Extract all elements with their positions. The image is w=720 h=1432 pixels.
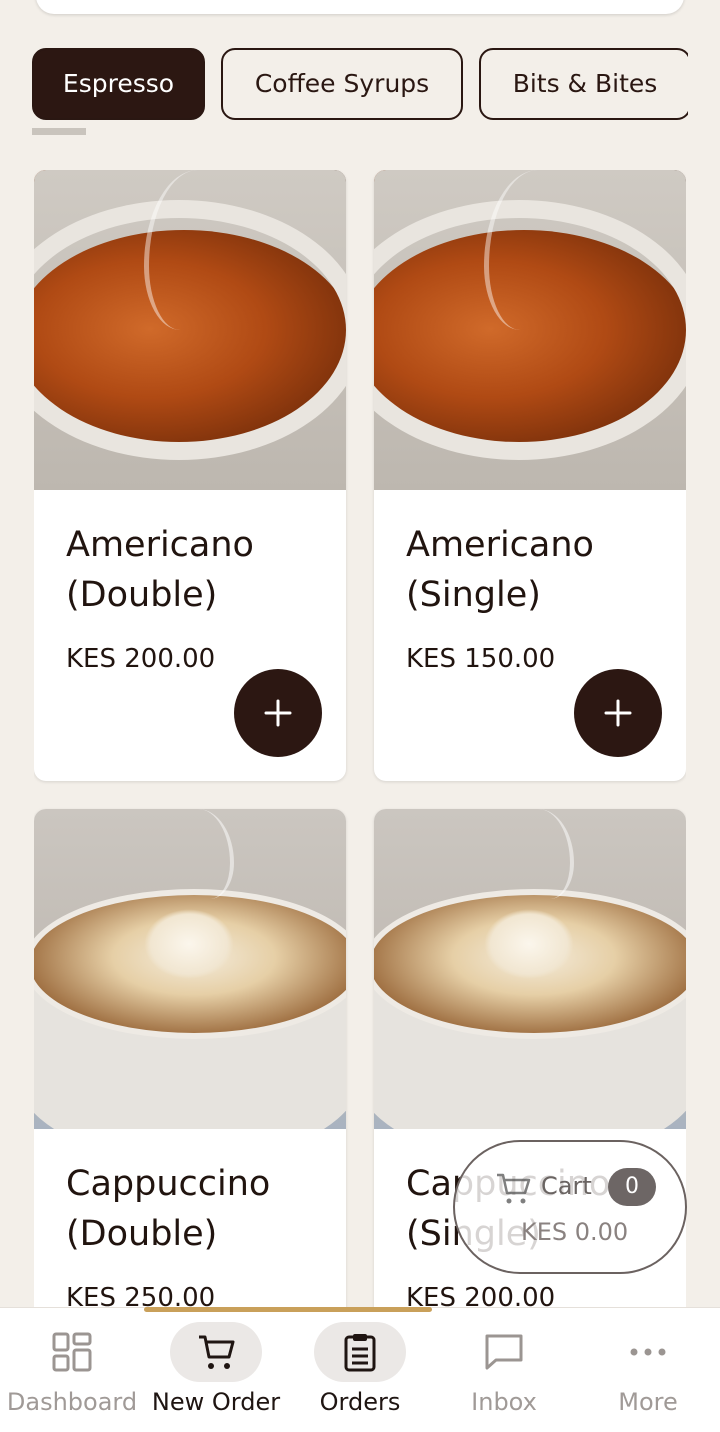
cart-button[interactable]: Cart 0 KES 0.00 xyxy=(453,1140,687,1274)
clipboard-icon xyxy=(344,1334,376,1372)
bottom-navigation: Dashboard New Order Orders Inbox More xyxy=(0,1307,720,1432)
cart-total: KES 0.00 xyxy=(521,1218,629,1246)
tab-coffee-syrups[interactable]: Coffee Syrups xyxy=(221,48,463,120)
americano-image xyxy=(34,170,346,490)
cart-count-badge: 0 xyxy=(608,1168,656,1206)
nav-label: More xyxy=(618,1388,678,1416)
message-icon xyxy=(485,1334,523,1370)
product-name: Cappuccino (Double) xyxy=(66,1164,271,1254)
product-grid: Americano (Double) KES 200.00 Americano … xyxy=(34,170,686,1308)
more-icon xyxy=(630,1348,666,1356)
nav-label: Inbox xyxy=(471,1388,537,1416)
category-tabs: Espresso Coffee Syrups Bits & Bites xyxy=(32,48,688,122)
nav-label: Orders xyxy=(319,1388,401,1416)
plus-icon xyxy=(604,699,632,727)
grid-icon xyxy=(52,1332,92,1372)
cappuccino-image xyxy=(34,809,346,1129)
search-bar-edge[interactable] xyxy=(36,0,684,14)
product-name: Americano (Single) xyxy=(406,525,594,615)
product-price: KES 250.00 xyxy=(66,1283,216,1308)
cart-label: Cart xyxy=(541,1172,592,1200)
americano-image xyxy=(374,170,686,490)
tab-bits-bites[interactable]: Bits & Bites xyxy=(479,48,688,120)
nav-label: Dashboard xyxy=(6,1388,138,1416)
nav-progress-bar xyxy=(144,1307,432,1312)
product-card[interactable]: Americano (Double) KES 200.00 xyxy=(34,170,346,781)
product-card[interactable]: Cappuccino (Double) KES 250.00 xyxy=(34,809,346,1308)
nav-new-order[interactable]: New Order xyxy=(144,1308,288,1432)
product-price: KES 150.00 xyxy=(406,644,556,674)
product-price: KES 200.00 xyxy=(66,644,216,674)
tabs-scroll-indicator xyxy=(32,128,86,135)
nav-orders[interactable]: Orders xyxy=(288,1308,432,1432)
cart-icon xyxy=(199,1335,235,1369)
nav-more[interactable]: More xyxy=(576,1308,720,1432)
product-price: KES 200.00 xyxy=(406,1283,556,1308)
add-to-cart-button[interactable] xyxy=(574,669,662,757)
nav-inbox[interactable]: Inbox xyxy=(432,1308,576,1432)
add-to-cart-button[interactable] xyxy=(234,669,322,757)
product-card[interactable]: Americano (Single) KES 150.00 xyxy=(374,170,686,781)
cart-icon xyxy=(497,1173,531,1204)
nav-label: New Order xyxy=(151,1388,281,1416)
tab-espresso[interactable]: Espresso xyxy=(32,48,205,120)
cappuccino-image xyxy=(374,809,686,1129)
plus-icon xyxy=(264,699,292,727)
nav-dashboard[interactable]: Dashboard xyxy=(0,1308,144,1432)
product-name: Americano (Double) xyxy=(66,525,254,615)
